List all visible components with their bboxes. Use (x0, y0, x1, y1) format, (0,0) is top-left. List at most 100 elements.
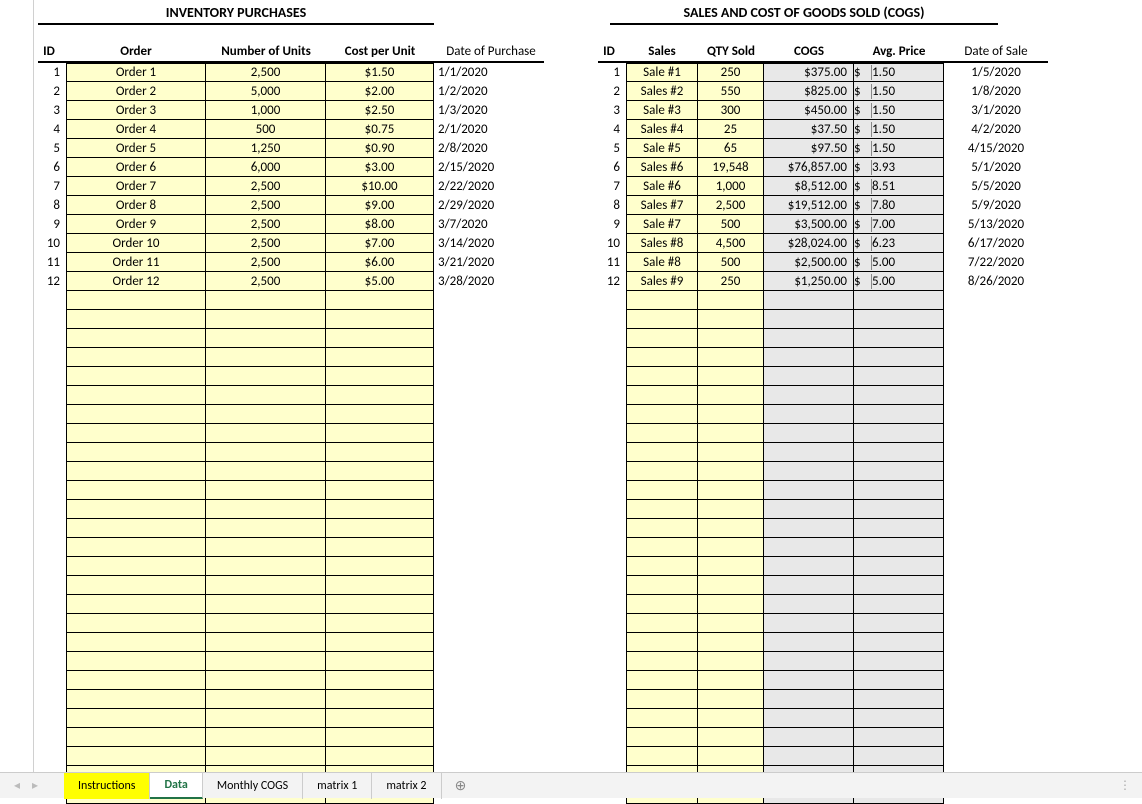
cell-cogs[interactable] (764, 481, 854, 500)
table-row[interactable] (38, 367, 544, 386)
cell-id[interactable] (38, 386, 66, 405)
cell-avg[interactable]: $8.51 (854, 177, 944, 196)
cell-date-sale[interactable]: 4/2/2020 (944, 120, 1048, 139)
tab-monthly-cogs[interactable]: Monthly COGS (203, 773, 303, 799)
cell-qty[interactable]: 1,000 (698, 177, 764, 196)
cell-units[interactable] (206, 481, 326, 500)
cell-id[interactable] (598, 557, 626, 576)
cell-order[interactable] (66, 386, 206, 405)
cell-date-purchase[interactable] (434, 329, 544, 348)
cell-cogs[interactable] (764, 405, 854, 424)
table-row[interactable] (38, 652, 544, 671)
cell-date-sale[interactable] (944, 500, 1048, 519)
cell-units[interactable]: 2,500 (206, 215, 326, 234)
cell-id[interactable] (38, 747, 66, 766)
cell-date-purchase[interactable]: 3/7/2020 (434, 215, 544, 234)
cell-avg[interactable]: $1.50 (854, 139, 944, 158)
cell-date-purchase[interactable]: 1/1/2020 (434, 63, 544, 82)
cell-date-purchase[interactable] (434, 500, 544, 519)
cell-date-purchase[interactable] (434, 747, 544, 766)
cell-avg[interactable]: $5.00 (854, 253, 944, 272)
table-row[interactable] (38, 709, 544, 728)
cell-cogs[interactable]: $19,512.00 (764, 196, 854, 215)
cell-id[interactable] (38, 671, 66, 690)
cell-cogs[interactable] (764, 367, 854, 386)
cell-order[interactable] (66, 329, 206, 348)
cell-cogs[interactable]: $2,500.00 (764, 253, 854, 272)
cell-id[interactable] (38, 291, 66, 310)
cell-date-purchase[interactable] (434, 538, 544, 557)
cell-avg[interactable] (854, 424, 944, 443)
table-row[interactable]: 9Order 92,500$8.003/7/2020 (38, 215, 544, 234)
cell-id[interactable] (598, 538, 626, 557)
cell-date-sale[interactable] (944, 614, 1048, 633)
tab-data[interactable]: Data (150, 773, 202, 799)
cell-order[interactable]: Order 10 (66, 234, 206, 253)
cell-cost[interactable] (326, 633, 434, 652)
table-row[interactable]: 7Order 72,500$10.002/22/2020 (38, 177, 544, 196)
table-row[interactable] (38, 747, 544, 766)
table-row[interactable]: 2Order 25,000$2.001/2/2020 (38, 82, 544, 101)
cell-id[interactable] (598, 519, 626, 538)
table-row[interactable] (598, 595, 1048, 614)
cell-id[interactable] (598, 576, 626, 595)
cell-cost[interactable]: $2.50 (326, 101, 434, 120)
cell-avg[interactable]: $1.50 (854, 120, 944, 139)
tab-nav-prev-icon[interactable]: ◂ (8, 777, 26, 795)
cell-id[interactable] (598, 709, 626, 728)
table-row[interactable] (38, 443, 544, 462)
table-row[interactable]: 3Sale #3300$450.00$1.503/1/2020 (598, 101, 1048, 120)
cell-sale[interactable] (626, 747, 698, 766)
cell-cost[interactable] (326, 614, 434, 633)
cell-units[interactable] (206, 310, 326, 329)
tab-matrix-2[interactable]: matrix 2 (372, 773, 441, 799)
cell-id[interactable]: 3 (598, 101, 626, 120)
cell-qty[interactable] (698, 728, 764, 747)
cell-qty[interactable] (698, 671, 764, 690)
cell-units[interactable] (206, 690, 326, 709)
cell-id[interactable]: 8 (38, 196, 66, 215)
cell-date-purchase[interactable] (434, 614, 544, 633)
cell-id[interactable]: 10 (38, 234, 66, 253)
cell-sale[interactable]: Sale #3 (626, 101, 698, 120)
cell-id[interactable] (38, 690, 66, 709)
cell-cost[interactable] (326, 367, 434, 386)
table-row[interactable] (598, 633, 1048, 652)
table-row[interactable] (38, 633, 544, 652)
cell-cost[interactable] (326, 595, 434, 614)
cell-date-purchase[interactable] (434, 481, 544, 500)
table-row[interactable] (598, 462, 1048, 481)
cell-order[interactable] (66, 671, 206, 690)
cell-date-purchase[interactable]: 1/3/2020 (434, 101, 544, 120)
cell-sale[interactable] (626, 652, 698, 671)
cell-cogs[interactable] (764, 709, 854, 728)
cell-units[interactable]: 1,250 (206, 139, 326, 158)
cell-cost[interactable]: $0.90 (326, 139, 434, 158)
cell-avg[interactable] (854, 633, 944, 652)
cell-cost[interactable] (326, 405, 434, 424)
cell-qty[interactable]: 500 (698, 215, 764, 234)
cell-avg[interactable]: $7.00 (854, 215, 944, 234)
cell-id[interactable] (38, 424, 66, 443)
table-row[interactable] (598, 576, 1048, 595)
cell-avg[interactable] (854, 671, 944, 690)
cell-date-sale[interactable] (944, 310, 1048, 329)
cell-sale[interactable] (626, 462, 698, 481)
cell-cost[interactable] (326, 462, 434, 481)
table-row[interactable]: 10Order 102,500$7.003/14/2020 (38, 234, 544, 253)
cell-sale[interactable] (626, 386, 698, 405)
table-row[interactable]: 8Order 82,500$9.002/29/2020 (38, 196, 544, 215)
cell-id[interactable]: 11 (598, 253, 626, 272)
cell-cogs[interactable] (764, 557, 854, 576)
cell-id[interactable]: 5 (598, 139, 626, 158)
cell-cost[interactable] (326, 557, 434, 576)
cell-units[interactable]: 2,500 (206, 272, 326, 291)
cell-cost[interactable] (326, 652, 434, 671)
table-row[interactable] (598, 747, 1048, 766)
cell-id[interactable] (598, 367, 626, 386)
cell-order[interactable]: Order 6 (66, 158, 206, 177)
table-row[interactable] (598, 728, 1048, 747)
table-row[interactable] (598, 538, 1048, 557)
cell-id[interactable] (38, 709, 66, 728)
tab-options-icon[interactable]: ⋮ (1119, 778, 1132, 793)
